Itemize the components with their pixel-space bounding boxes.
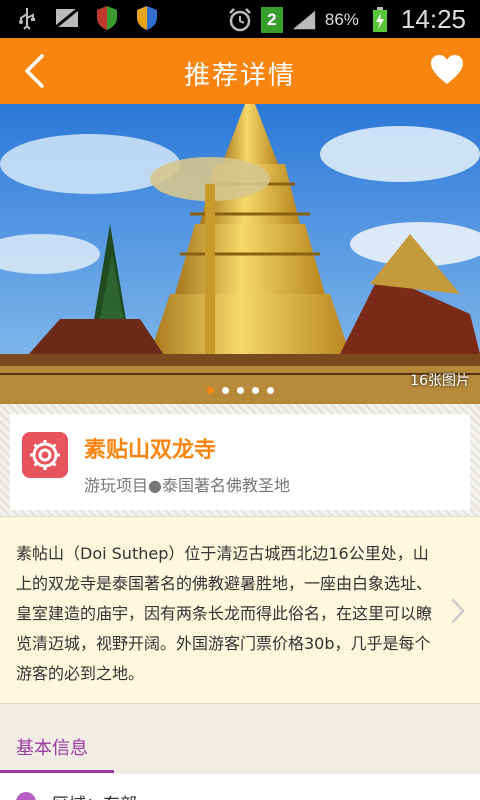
description-panel[interactable]: 素帖山（Doi Suthep）位于清迈古城西北边16公里处，山上的双龙寺是泰国著… [0,516,480,704]
favorite-button[interactable] [430,54,464,88]
info-row-region[interactable]: 区域：东部 [0,774,480,800]
settings-icon [22,432,68,478]
hero-image-carousel[interactable]: 16张图片 [0,104,480,404]
status-bar: 2 86% 14:25 [0,0,480,38]
tab-basic-info[interactable]: 基本信息 [16,734,88,760]
alarm-icon [227,7,253,33]
notification-badge: 2 [260,6,283,33]
photo-count[interactable]: 16张图片 [410,370,470,390]
temple-photo [0,104,480,404]
place-name: 素贴山双龙寺 [84,438,217,463]
chevron-right-icon [450,597,466,629]
carousel-dots [0,387,480,394]
status-icons-left [14,5,160,31]
battery-percent: 86% [324,9,359,29]
clock: 14:25 [400,4,466,34]
description-text: 素帖山（Doi Suthep）位于清迈古城西北边16公里处，山上的双龙寺是泰国著… [16,544,433,683]
carousel-dot[interactable] [206,387,214,394]
usb-icon [14,5,40,31]
battery-charging-icon [367,6,393,33]
info-row-label: 区域：东部 [52,790,137,800]
page-title: 推荐详情 [183,61,296,91]
place-subtitle: 游玩项目●泰国著名佛教圣地 [84,476,290,495]
carousel-dot[interactable] [251,387,259,394]
carousel-dot[interactable] [236,387,244,394]
location-icon [16,792,36,800]
carousel-dot[interactable] [266,387,274,394]
carousel-dot[interactable] [221,387,229,394]
title-bar: 推荐详情 [0,38,480,104]
shield-icon [94,5,120,31]
shield-icon [134,5,160,31]
place-card: 素贴山双龙寺 游玩项目●泰国著名佛教圣地 [10,414,470,510]
status-icons-right: 2 86% 14:25 [227,4,466,35]
place-card-wrapper: 素贴山双龙寺 游玩项目●泰国著名佛教圣地 [0,404,480,516]
heart-icon [431,55,463,84]
tab-indicator [0,770,114,773]
signal-icon [291,7,317,33]
section-tab-bar: 基本信息 [0,716,480,774]
no-sim-icon [54,5,80,31]
